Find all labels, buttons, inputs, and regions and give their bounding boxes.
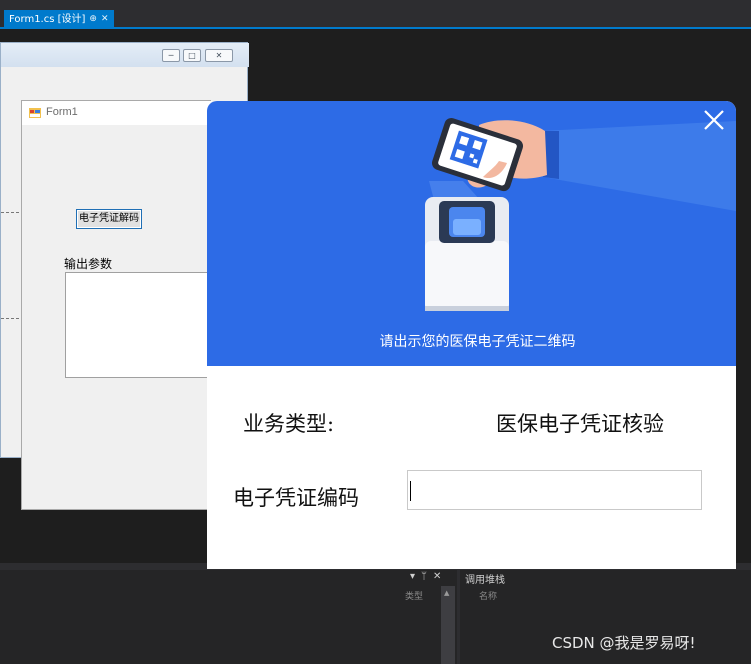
close-icon[interactable] — [701, 107, 727, 133]
business-type-label: 业务类型: — [243, 412, 335, 436]
type-column-header[interactable]: 类型 — [405, 589, 423, 602]
close-icon[interactable]: ✕ — [433, 571, 441, 582]
scroll-up-icon[interactable]: ▲ — [444, 589, 449, 597]
maximize-icon[interactable]: □ — [183, 49, 201, 62]
tab-close-icon[interactable]: ✕ — [101, 10, 109, 29]
watermark: CSDN @我是罗易呀! — [552, 634, 696, 652]
form1-titlebar: Form1 — [22, 101, 212, 125]
output-params-textbox[interactable] — [65, 272, 212, 378]
decode-voucher-button[interactable]: 电子凭证解码 — [76, 209, 142, 229]
tab-pin-icon[interactable]: ⊕ — [89, 10, 97, 29]
pin-icon[interactable]: ᛘ — [421, 571, 427, 582]
ide-top-strip — [0, 0, 751, 10]
panel-divider[interactable] — [457, 570, 460, 664]
voucher-code-label: 电子凭证编码 — [233, 486, 359, 510]
medical-voucher-dialog: 请出示您的医保电子凭证二维码 业务类型: 医保电子凭证核验 电子凭证编码 — [207, 101, 736, 569]
panel-toolbar: ▾ ᛘ ✕ — [410, 571, 441, 582]
tab-form1-designer[interactable]: Form1.cs [设计] ⊕ ✕ — [4, 10, 114, 29]
qr-scanner-illustration — [425, 118, 736, 311]
form1-window: Form1 电子凭证解码 输出参数 — [21, 100, 212, 510]
call-stack-panel-title[interactable]: 调用堆栈 — [465, 571, 505, 586]
form1-title: Form1 — [46, 106, 78, 118]
close-icon[interactable]: ✕ — [205, 49, 233, 62]
scan-instruction-text: 请出示您的医保电子凭证二维码 — [379, 334, 576, 350]
business-type-value: 医保电子凭证核验 — [496, 412, 664, 436]
output-params-label: 输出参数 — [64, 257, 113, 271]
dropdown-icon[interactable]: ▾ — [410, 571, 415, 582]
text-caret — [410, 481, 411, 501]
form-icon — [29, 108, 41, 118]
tab-label: Form1.cs [设计] — [9, 14, 86, 25]
minimize-icon[interactable]: ─ — [162, 49, 180, 62]
voucher-code-input[interactable] — [407, 470, 702, 510]
name-column-header[interactable]: 名称 — [479, 589, 497, 602]
scrollbar[interactable] — [441, 586, 455, 664]
